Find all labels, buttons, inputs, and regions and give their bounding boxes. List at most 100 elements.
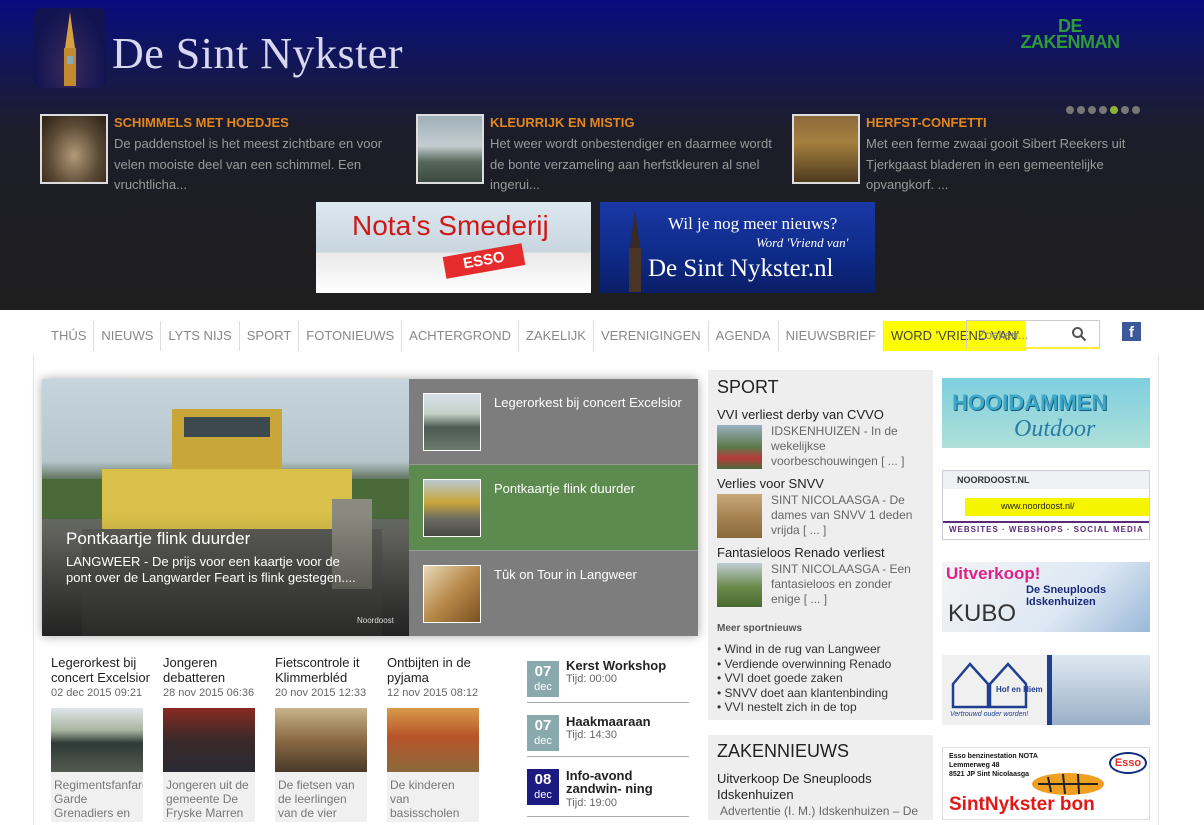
ad-brand: KUBO <box>948 600 1017 627</box>
news-image[interactable] <box>51 708 143 772</box>
slider-main-image[interactable]: Pontkaartje flink duurder LANGWEER - De … <box>42 379 409 636</box>
search-icon[interactable] <box>1071 326 1087 342</box>
nav-item-fotonieuws[interactable]: FOTONIEUWS <box>299 321 403 351</box>
church-logo-icon[interactable] <box>34 8 106 88</box>
ad-hof-en-hiem[interactable]: Hof en Hiem Vertrouwd ouder worden! <box>942 655 1150 725</box>
ad-subtitle: De Sneuploods Idskenhuizen <box>1026 584 1107 608</box>
carousel-dot[interactable] <box>1088 106 1096 114</box>
nav-item-achtergrond[interactable]: ACHTERGROND <box>402 321 520 351</box>
slider-item[interactable]: Tûk on Tour in Langweer <box>409 551 698 636</box>
ad-tab-label: NOORDOOST.NL <box>957 475 1030 485</box>
nav-item-lyts-nijs[interactable]: LYTS NIJS <box>161 321 240 351</box>
news-card[interactable]: Ontbijten in de pyjama 12 nov 2015 08:12… <box>387 655 499 822</box>
agenda-item[interactable]: 07 dec Kerst Workshop Tijd: 00:00 <box>527 653 689 703</box>
carousel-dot[interactable] <box>1066 106 1074 114</box>
agenda-title[interactable]: Info-avond zandwin- ning <box>566 769 688 795</box>
news-title[interactable]: Jongeren debatteren <box>163 655 275 685</box>
sport-list-item[interactable]: Verdiende overwinning Renado <box>717 657 892 672</box>
carousel-dot[interactable] <box>1099 106 1107 114</box>
sport-title[interactable]: Verlies voor SNVV <box>717 476 927 491</box>
calendar-month: dec <box>534 681 552 693</box>
sport-title[interactable]: Fantasieloos Renado verliest <box>717 545 927 560</box>
sport-thumb[interactable] <box>717 425 762 469</box>
nav-item-nieuwsbrief[interactable]: NIEUWSBRIEF <box>779 321 884 351</box>
vriend-van-banner[interactable]: Wil je nog meer nieuws? Word 'Vriend van… <box>600 202 875 293</box>
sport-title[interactable]: VVI verliest derby van CVVO <box>717 407 927 422</box>
calendar-month: dec <box>534 789 552 801</box>
news-card[interactable]: Jongeren debatteren 28 nov 2015 06:36 Jo… <box>163 655 275 822</box>
sport-heading[interactable]: SPORT <box>717 377 779 398</box>
news-title[interactable]: Fietscontrole it Klimmerbléd <box>275 655 387 685</box>
featured-thumbnail[interactable] <box>40 114 108 184</box>
agenda-title[interactable]: Kerst Workshop <box>566 659 688 672</box>
ad-noordoost[interactable]: NOORDOOST.NL www.noordoost.nl/ WEBSITES … <box>942 470 1150 540</box>
featured-title[interactable]: SCHIMMELS MET HOEDJES <box>114 115 289 130</box>
ad-title: HOOIDAMMEN <box>952 390 1108 415</box>
slider-item[interactable]: Legerorkest bij concert Excelsior <box>409 379 698 465</box>
featured-thumbnail[interactable] <box>416 114 484 184</box>
ad-hooidammen[interactable]: HOOIDAMMEN Outdoor <box>942 378 1150 448</box>
site-title[interactable]: De Sint Nykster <box>112 28 403 79</box>
featured-text: Het weer wordt onbestendiger en daarmee … <box>490 136 772 192</box>
nav-item-thus[interactable]: THÚS <box>44 321 95 351</box>
featured-thumbnail[interactable] <box>792 114 860 184</box>
calendar-day: 07 <box>534 717 552 734</box>
news-image[interactable] <box>275 708 367 772</box>
nav-item-verenigingen[interactable]: VERENIGINGEN <box>594 321 709 351</box>
carousel-dot[interactable] <box>1121 106 1129 114</box>
banner-line3: De Sint Nykster.nl <box>648 255 834 282</box>
featured-item[interactable]: KLEURRIJK EN MISTIG Het weer wordt onbes… <box>416 114 776 194</box>
news-card[interactable]: Legerorkest bij concert Excelsior 02 dec… <box>51 655 163 822</box>
sport-thumb[interactable] <box>717 563 762 607</box>
ad-esso-bon[interactable]: Esso benzinestation NOTA Lemmerweg 48 85… <box>942 747 1150 820</box>
sport-thumb[interactable] <box>717 494 762 538</box>
sport-list-item[interactable]: Wind in de rug van Langweer <box>717 642 891 657</box>
slider-item-title[interactable]: Pontkaartje flink duurder <box>494 481 689 496</box>
sport-item[interactable]: Fantasieloos Renado verliest SINT NICOLA… <box>717 545 927 607</box>
news-date: 02 dec 2015 09:21 <box>51 687 143 699</box>
nav-item-agenda[interactable]: AGENDA <box>709 321 779 351</box>
sport-item[interactable]: Verlies voor SNVV SINT NICOLAASGA - De d… <box>717 476 927 538</box>
slider-main-title[interactable]: Pontkaartje flink duurder <box>66 529 250 549</box>
ad-address-line: Esso benzinestation NOTA <box>949 753 1038 760</box>
agenda-item[interactable]: 07 dec Haakmaaraan Tijd: 14:30 <box>527 705 689 757</box>
slider-item-title[interactable]: Tûk on Tour in Langweer <box>494 567 689 582</box>
featured-title[interactable]: KLEURRIJK EN MISTIG <box>490 115 634 130</box>
slider-item-active[interactable]: Pontkaartje flink duurder <box>409 465 698 551</box>
news-image[interactable] <box>387 708 479 772</box>
carousel-dot[interactable] <box>1077 106 1085 114</box>
more-sport-link[interactable]: Meer sportnieuws <box>717 623 802 634</box>
facebook-icon[interactable]: f <box>1122 322 1141 341</box>
zakennieuws-heading[interactable]: ZAKENNIEUWS <box>717 741 849 762</box>
agenda-title[interactable]: Haakmaaraan <box>566 715 688 728</box>
sport-list-item[interactable]: SNVV doet aan klantenbinding <box>717 686 891 701</box>
carousel-dot-active[interactable] <box>1110 106 1118 114</box>
sport-list-item[interactable]: VVI doet goede zaken <box>717 671 891 686</box>
news-title[interactable]: Legerorkest bij concert Excelsior <box>51 655 163 685</box>
featured-item[interactable]: SCHIMMELS MET HOEDJES De paddenstoel is … <box>40 114 400 194</box>
nav-item-sport[interactable]: SPORT <box>240 321 300 351</box>
banner-title: Nota's Smederij <box>352 210 549 241</box>
agenda-item[interactable]: 08 dec Info-avond zandwin- ning Tijd: 19… <box>527 759 689 817</box>
search-input[interactable]: Zoeken... <box>978 328 1028 342</box>
nav-item-zakelijk[interactable]: ZAKELIJK <box>519 321 594 351</box>
nav-item-nieuws[interactable]: NIEUWS <box>94 321 162 351</box>
zakennieuws-title[interactable]: Uitverkoop De Sneuploods Idskenhuizen <box>717 771 922 803</box>
news-excerpt: De fietsen van de leerlingen van de vier… <box>275 772 367 822</box>
ad-uitverkoop[interactable]: Uitverkoop! De Sneuploods Idskenhuizen K… <box>942 562 1150 632</box>
news-slider: Pontkaartje flink duurder LANGWEER - De … <box>42 379 698 636</box>
sport-item[interactable]: VVI verliest derby van CVVO IDSKENHUIZEN… <box>717 407 927 469</box>
news-card[interactable]: Fietscontrole it Klimmerbléd 20 nov 2015… <box>275 655 387 822</box>
featured-title[interactable]: HERFST-CONFETTI <box>866 115 987 130</box>
carousel-dot[interactable] <box>1132 106 1140 114</box>
nota-smederij-banner[interactable]: Nota's Smederij ESSO <box>316 202 591 293</box>
featured-item[interactable]: HERFST-CONFETTI Met een ferme zwaai gooi… <box>792 114 1152 194</box>
slider-item-title[interactable]: Legerorkest bij concert Excelsior <box>494 395 689 410</box>
news-image[interactable] <box>163 708 255 772</box>
news-title[interactable]: Ontbijten in de pyjama <box>387 655 499 685</box>
slider-item-thumb <box>423 393 481 451</box>
zakenman-logo[interactable]: DE ZAKENMAN <box>1000 17 1140 51</box>
search-box[interactable]: Zoeken... <box>966 320 1100 349</box>
house-icon <box>951 662 1028 709</box>
sport-list-item[interactable]: VVI nestelt zich in de top <box>717 700 891 715</box>
